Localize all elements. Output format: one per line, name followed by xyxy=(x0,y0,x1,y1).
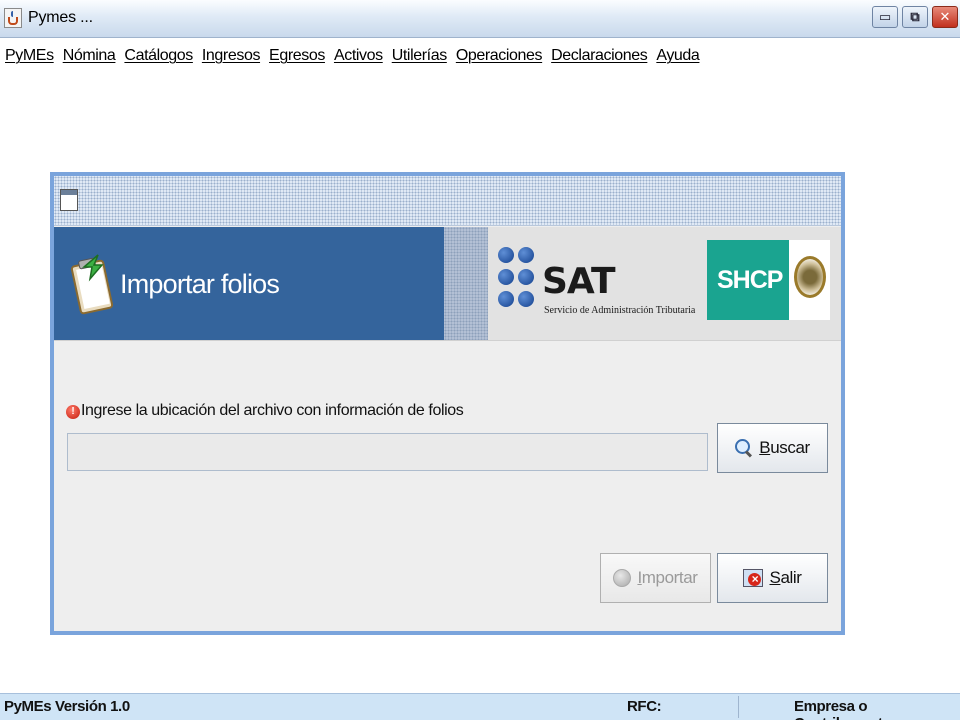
menu-ingresos[interactable]: Ingresos xyxy=(202,47,261,65)
import-check-icon xyxy=(613,569,632,587)
importar-button[interactable]: Importar xyxy=(600,553,711,603)
file-location-label: Ingrese la ubicación del archivo con inf… xyxy=(81,402,464,419)
dialog-title: Importar folios xyxy=(120,269,280,299)
window-title: Pymes ... xyxy=(28,9,93,26)
banner-title-panel: Importar folios xyxy=(54,227,444,340)
clipboard-import-icon xyxy=(70,254,114,315)
sat-logo-dots-icon xyxy=(498,247,536,313)
window-titlebar[interactable]: Pymes ... ▭ ⧉ ✕ xyxy=(0,0,960,38)
dialog-content: ! Ingrese la ubicación del archivo con i… xyxy=(54,340,841,631)
magnifier-icon xyxy=(735,439,753,457)
buscar-button[interactable]: Buscar xyxy=(717,423,828,473)
menu-nomina[interactable]: Nómina xyxy=(63,47,116,65)
import-folios-dialog: Importar folios SAT Servicio de Administ… xyxy=(50,172,845,635)
menu-operaciones[interactable]: Operaciones xyxy=(456,47,543,65)
status-bar: PyMEs Versión 1.0 RFC: Empresa o Contrib… xyxy=(0,693,960,720)
minimize-button[interactable]: ▭ xyxy=(872,6,898,28)
maximize-button[interactable]: ⧉ xyxy=(902,6,928,28)
required-field-icon: ! xyxy=(66,405,80,419)
exit-icon xyxy=(743,569,764,587)
coat-of-arms-icon xyxy=(794,256,826,298)
menu-egresos[interactable]: Egresos xyxy=(269,47,325,65)
app-version: PyMEs Versión 1.0 xyxy=(4,698,130,715)
menu-catalogos[interactable]: Catálogos xyxy=(124,47,193,65)
menu-pymes[interactable]: PyMEs xyxy=(5,47,54,65)
dialog-banner: Importar folios SAT Servicio de Administ… xyxy=(54,227,841,340)
sat-logo: SAT xyxy=(542,261,616,302)
sat-subtitle: Servicio de Administración Tributaria xyxy=(544,305,696,316)
banner-logos-panel: SAT Servicio de Administración Tributari… xyxy=(488,227,841,340)
java-cup-icon[interactable] xyxy=(4,8,22,28)
banner-separator xyxy=(444,227,488,340)
window-menu-icon[interactable] xyxy=(60,189,78,211)
salir-button[interactable]: Salir xyxy=(717,553,828,603)
close-button[interactable]: ✕ xyxy=(932,6,958,28)
menu-ayuda[interactable]: Ayuda xyxy=(656,47,699,65)
menu-declaraciones[interactable]: Declaraciones xyxy=(551,47,648,65)
shcp-logo-text: SHCP xyxy=(717,266,783,294)
menu-bar: PyMEs Nómina Catálogos Ingresos Egresos … xyxy=(0,40,960,72)
status-divider xyxy=(738,696,739,718)
rfc-label: RFC: xyxy=(627,698,662,715)
file-path-input[interactable] xyxy=(67,433,708,471)
menu-activos[interactable]: Activos xyxy=(334,47,383,65)
dialog-titlebar[interactable] xyxy=(54,176,841,226)
national-shield-logo xyxy=(789,240,830,320)
menu-utilerias[interactable]: Utilerías xyxy=(392,47,447,65)
shcp-logo: SHCP xyxy=(707,240,789,320)
empresa-label: Empresa o Contribuyente: xyxy=(794,698,895,720)
